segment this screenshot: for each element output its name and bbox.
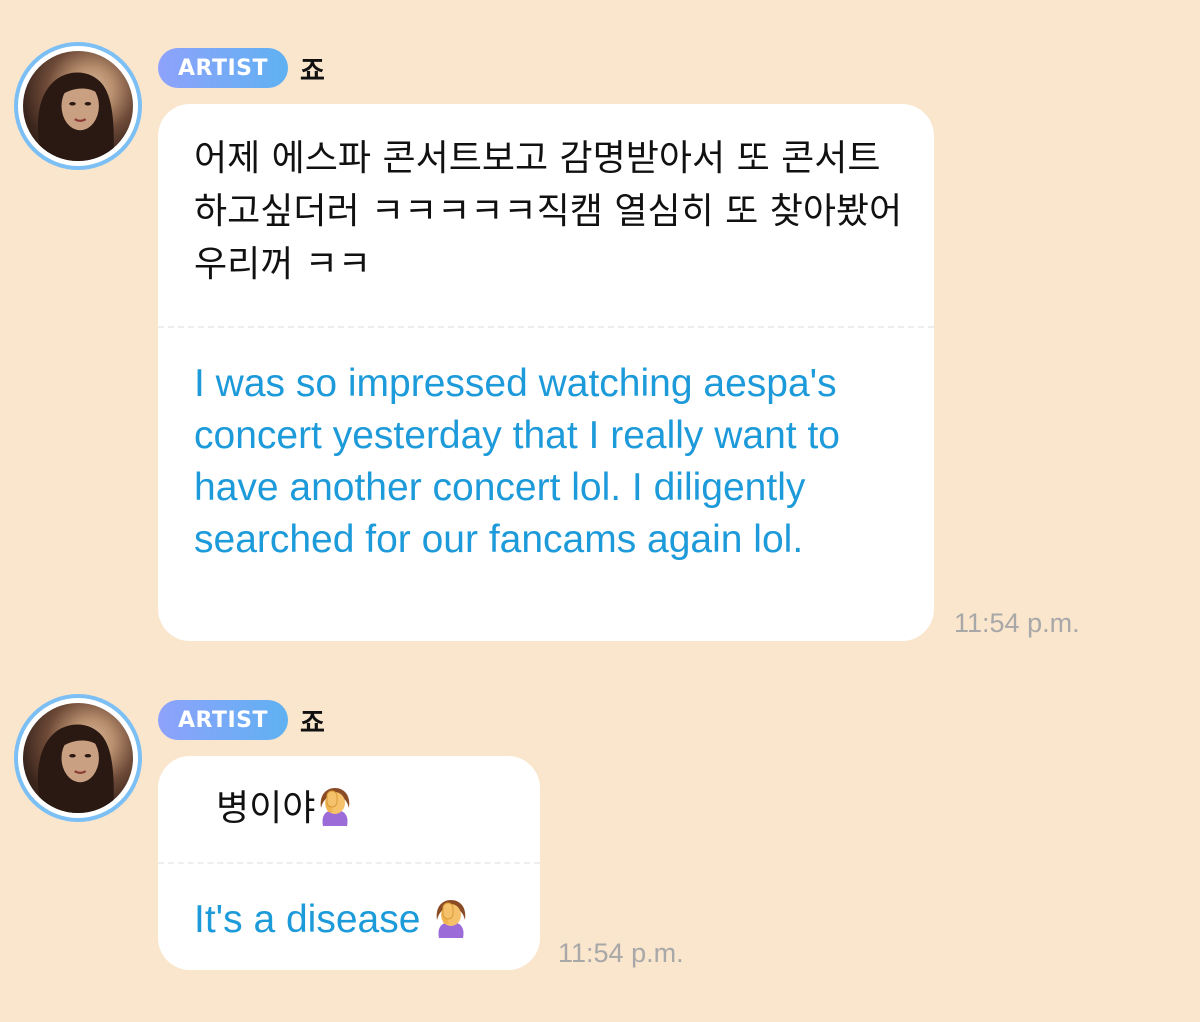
translation-divider [158, 326, 934, 328]
sender-name[interactable]: 죠 [300, 49, 325, 88]
original-text-row: 병이야 [216, 782, 355, 835]
avatar[interactable] [14, 42, 142, 170]
artist-badge: ARTIST [158, 48, 289, 88]
message-timestamp: 11:54 p.m. [954, 608, 1080, 638]
translated-text: I was so impressed watching aespa's conc… [194, 362, 840, 561]
facepalm-icon [436, 900, 466, 938]
message-header: ARTIST 죠 [158, 47, 325, 89]
artist-badge: ARTIST [158, 700, 289, 740]
translated-text: It's a disease [194, 898, 432, 941]
message-bubble[interactable]: 어제 에스파 콘서트보고 감명받아서 또 콘서트하고싶더러 ㅋㅋㅋㅋㅋ직캠 열심… [158, 104, 934, 641]
sender-name[interactable]: 죠 [300, 701, 325, 740]
message-bubble[interactable]: 병이야 It's a disease [158, 756, 540, 970]
message-timestamp: 11:54 p.m. [558, 938, 684, 968]
message-item: ARTIST 죠 병이야 It's a disease 11:54 p.m. [0, 660, 1200, 1022]
original-text: 병이야 [216, 788, 316, 829]
translation-divider [158, 862, 540, 864]
original-text: 어제 에스파 콘서트보고 감명받아서 또 콘서트하고싶더러 ㅋㅋㅋㅋㅋ직캠 열심… [194, 138, 903, 285]
avatar-image [23, 51, 133, 161]
message-item: ARTIST 죠 어제 에스파 콘서트보고 감명받아서 또 콘서트하고싶더러 ㅋ… [0, 0, 1200, 660]
avatar-image [23, 703, 133, 813]
avatar[interactable] [14, 694, 142, 822]
translated-text-row: It's a disease [194, 894, 471, 946]
message-header: ARTIST 죠 [158, 699, 325, 741]
facepalm-icon [321, 788, 350, 826]
